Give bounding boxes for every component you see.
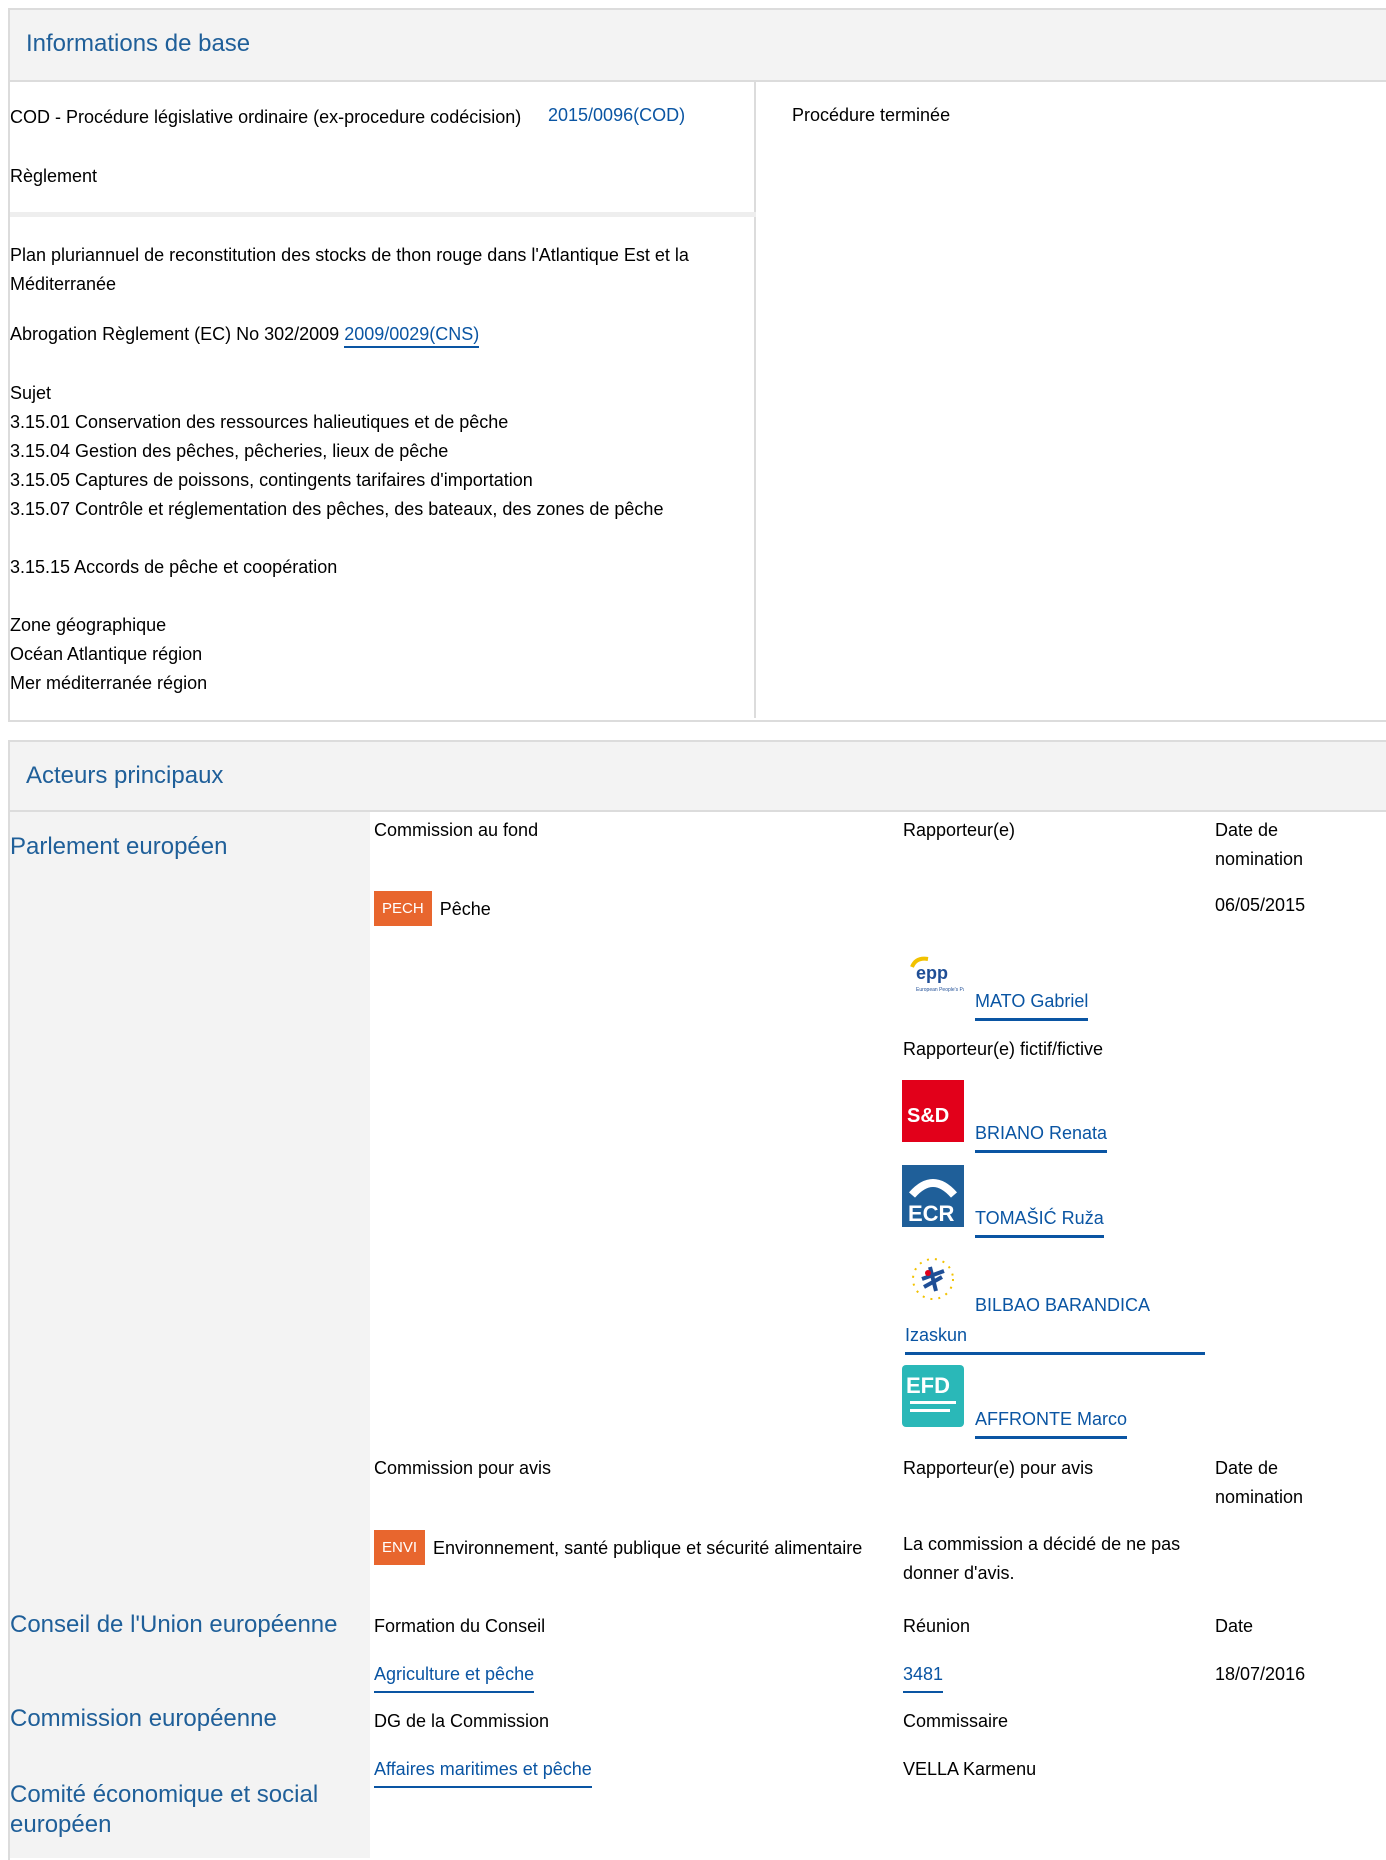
committee-tag: ENVI [374,1530,426,1565]
committee-name: Pêche [439,899,491,919]
ecr-logo-icon: ECR [902,1165,964,1227]
commissioner-name: VELLA Karmenu [903,1759,1037,1779]
sd-logo-icon: S&D [902,1080,964,1142]
instrument-type: Règlement [10,166,98,186]
col-committee: Commission au fond [374,820,539,840]
opinion-note: La commission a décidé de ne pas donner … [903,1534,1181,1583]
epp-logo-icon: epp European People's Party [902,949,964,1011]
committee-name: Environnement, santé publique et sécurit… [433,1538,863,1558]
committee-tag: PECH [374,891,432,926]
repeal-line: Abrogation Règlement (EC) No 302/2009 20… [10,320,480,349]
actor-commission: Commission européenne [10,1705,277,1732]
svg-text:S&D: S&D [907,1105,949,1127]
actor-column: Parlement européen Conseil de l'Union eu… [10,812,370,1858]
col-council-formation: Formation du Conseil [374,1616,546,1636]
col-meeting: Réunion [903,1616,971,1636]
procedure-title: Plan pluriannuel de reconstitution des s… [10,245,689,294]
opinion-committee: ENVI Environnement, santé publique et séc… [374,1530,874,1565]
lead-committee: PECH Pêche [374,891,491,926]
procedure-reference-link[interactable]: 2015/0096(COD) [548,101,685,130]
col-council-date: Date [1215,1616,1254,1636]
nomination-date: 06/05/2015 [1215,895,1306,915]
actors-header: Acteurs principaux [10,742,1386,812]
subject-label: Sujet [10,383,52,403]
repeal-text: Abrogation Règlement (EC) No 302/2009 [10,324,340,344]
shadow-rapporteur-link[interactable]: BRIANO Renata [975,1119,1108,1153]
efd-logo-icon: EFD [902,1365,964,1427]
subject-item: 3.15.05 Captures de poissons, contingent… [10,470,533,490]
svg-text:European People's Party: European People's Party [916,987,964,993]
meeting-link[interactable]: 3481 [903,1660,944,1693]
rapporteur-link[interactable]: MATO Gabriel [975,987,1089,1021]
shadow-rapporteur-link[interactable]: TOMAŠIĆ Ruža [975,1204,1104,1238]
subject-item: 3.15.01 Conservation des ressources hali… [10,412,509,432]
geo-item: Océan Atlantique région [10,644,203,664]
subject-item: 3.15.15 Accords de pêche et coopération [10,557,338,577]
col-dg: DG de la Commission [374,1711,550,1731]
svg-text:EFD: EFD [906,1373,950,1398]
col-opinion-committee: Commission pour avis [374,1458,552,1478]
actors-title: Acteurs principaux [26,762,224,789]
basic-info-title: Informations de base [26,30,251,57]
col-opinion-rapporteur: Rapporteur(e) pour avis [903,1458,1094,1478]
repeal-procedure-link[interactable]: 2009/0029(CNS) [344,324,480,348]
shadow-rapporteur-label: Rapporteur(e) fictif/fictive [903,1039,1104,1059]
actor-council: Conseil de l'Union européenne [10,1611,338,1638]
svg-text:epp: epp [916,963,948,983]
dg-link[interactable]: Affaires maritimes et pêche [374,1755,592,1788]
basic-info-header: Informations de base [10,10,1386,82]
subject-item: 3.15.04 Gestion des pêches, pêcheries, l… [10,441,449,461]
svg-text:ECR: ECR [908,1201,955,1226]
procedure-status: Procédure terminée [792,105,951,125]
shadow-rapporteur-link[interactable]: BILBAO BARANDICA Izaskun [905,1290,1205,1355]
col-rapporteur: Rapporteur(e) [903,820,1016,840]
actor-parliament: Parlement européen [10,833,228,860]
col-date: Date de nomination [1215,820,1304,869]
geo-label: Zone géographique [10,615,167,635]
subject-item: 3.15.07 Contrôle et réglementation des p… [10,499,664,519]
geo-item: Mer méditerranée région [10,673,208,693]
council-date: 18/07/2016 [1215,1664,1306,1684]
council-formation-link[interactable]: Agriculture et pêche [374,1660,535,1693]
procedure-type: COD - Procédure législative ordinaire (e… [10,107,522,127]
shadow-rapporteur-link[interactable]: AFFRONTE Marco [975,1405,1128,1439]
actor-eesc: Comité économique et social européen [10,1781,319,1838]
col-opinion-date: Date de nomination [1215,1458,1304,1507]
col-commissioner: Commissaire [903,1711,1009,1731]
